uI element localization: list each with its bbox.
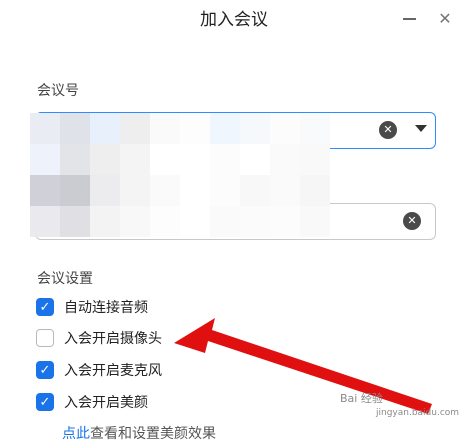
pixelated-redaction	[30, 113, 330, 237]
dialog-title: 加入会议	[200, 10, 268, 30]
minimize-icon[interactable]	[399, 8, 421, 30]
option-label: 入会开启摄像头	[64, 331, 162, 347]
option-label: 入会开启麦克风	[64, 363, 162, 379]
option-label: 自动连接音频	[64, 300, 148, 316]
close-icon[interactable]: ✕	[434, 8, 456, 30]
beauty-settings-hint: 点此查看和设置美颜效果	[62, 423, 216, 443]
option-camera-on[interactable]: 入会开启摄像头	[36, 327, 162, 349]
checkbox-checked-icon[interactable]: ✓	[36, 298, 54, 316]
option-label: 入会开启美颜	[64, 395, 148, 411]
option-mic-on[interactable]: ✓ 入会开启麦克风	[36, 359, 162, 381]
meeting-id-label: 会议号	[37, 83, 79, 99]
checkbox-unchecked-icon[interactable]	[36, 329, 54, 347]
caret-down-icon[interactable]	[415, 125, 427, 132]
beauty-settings-text: 查看和设置美颜效果	[90, 426, 216, 442]
meeting-settings-label: 会议设置	[37, 271, 93, 287]
option-beauty-on[interactable]: ✓ 入会开启美颜	[36, 391, 148, 413]
beauty-settings-link[interactable]: 点此	[62, 426, 90, 442]
option-auto-audio[interactable]: ✓ 自动连接音频	[36, 296, 148, 318]
clear-meeting-id-icon[interactable]: ✕	[379, 121, 397, 139]
watermark: Bai 经验 jingyan.baidu.com	[340, 392, 460, 418]
checkbox-checked-icon[interactable]: ✓	[36, 361, 54, 379]
join-meeting-dialog: 加入会议 ✕ 会议号 ✕ ✕ 会议设置 ✓ 自动连接音频 入会开启摄像头 ✓ 入…	[0, 0, 468, 444]
checkbox-checked-icon[interactable]: ✓	[36, 393, 54, 411]
clear-name-icon[interactable]: ✕	[403, 212, 421, 230]
